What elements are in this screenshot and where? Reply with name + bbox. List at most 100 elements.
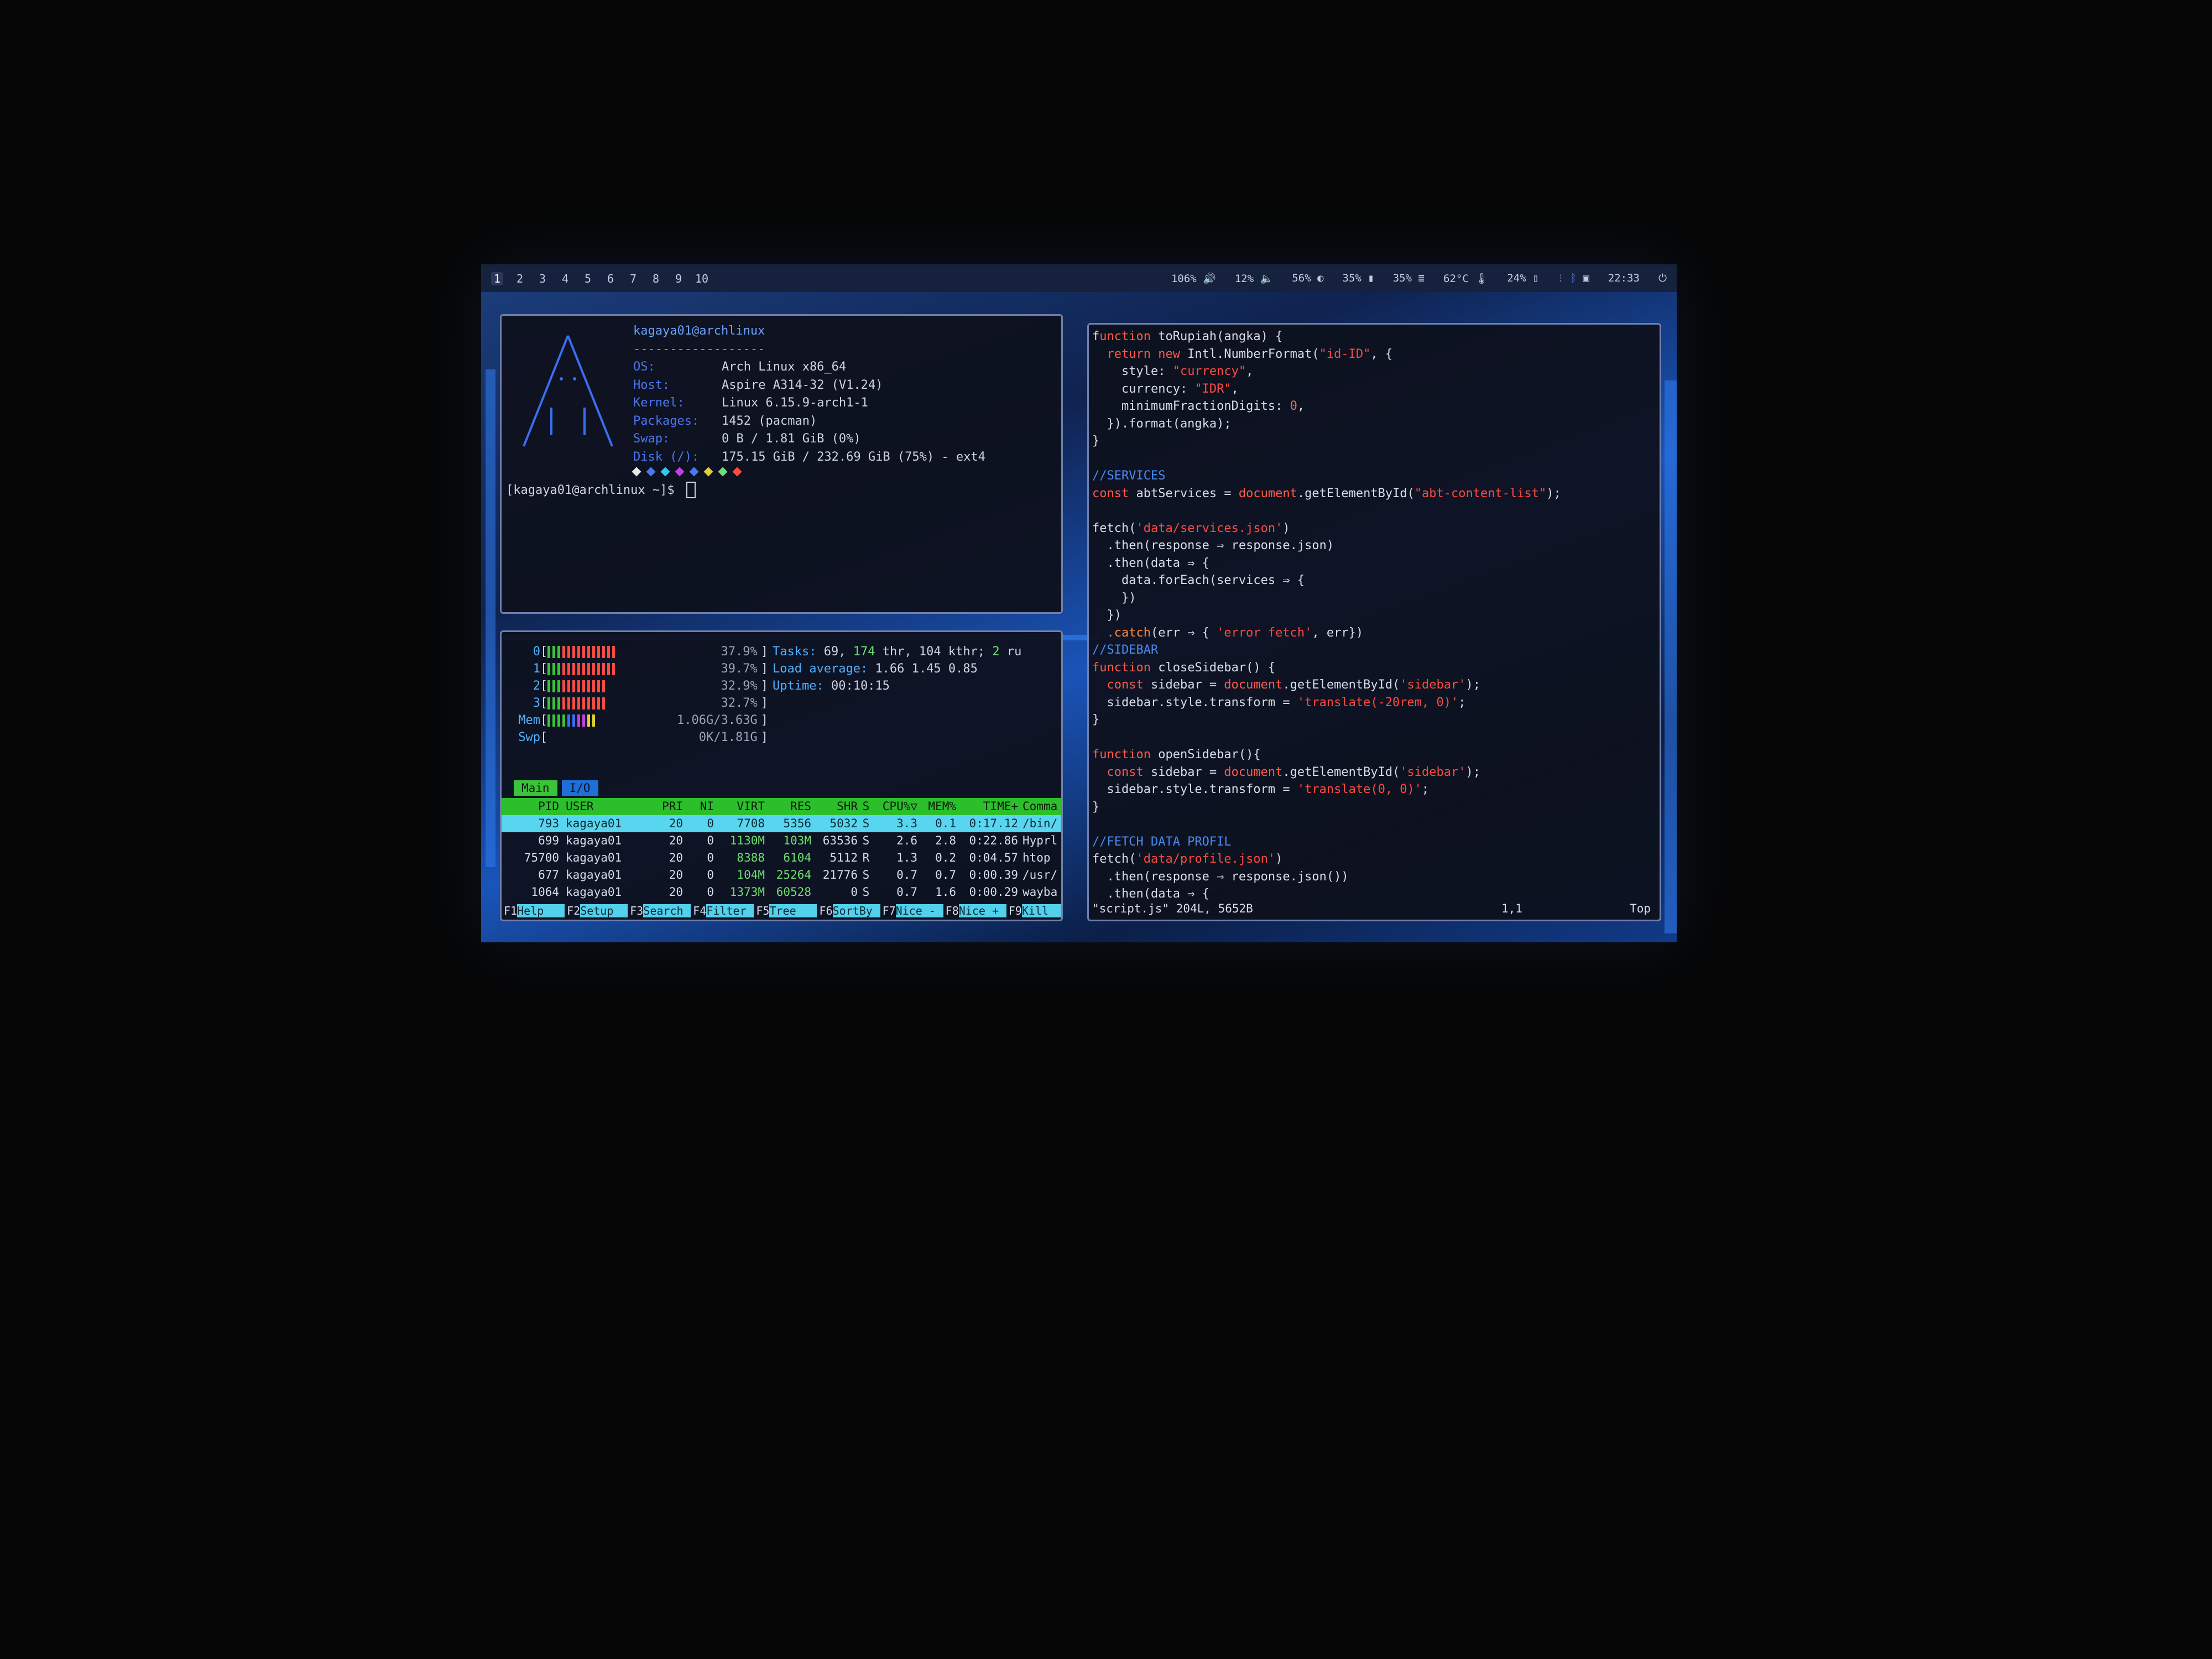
meter-tick xyxy=(592,662,596,675)
meter-tick xyxy=(577,697,581,709)
code-token: f xyxy=(1092,330,1100,343)
code-line: minimumFractionDigits: 0, xyxy=(1092,398,1561,415)
code-token: ); xyxy=(1546,486,1561,500)
workspace-10[interactable]: 10 xyxy=(695,272,708,285)
code-token: openSidebar(){ xyxy=(1158,748,1261,761)
memory-indicator[interactable]: 35% ≣ xyxy=(1393,272,1425,285)
battery-value: 35% xyxy=(1342,272,1361,284)
code-token: ); xyxy=(1465,678,1481,692)
column-header[interactable]: VIRT xyxy=(714,798,765,815)
code-token: return new xyxy=(1092,347,1188,361)
workspace-1[interactable]: 1 xyxy=(491,272,503,285)
process-cell: 0 xyxy=(707,834,714,847)
memory-value: 35% xyxy=(1392,272,1412,284)
shell-prompt[interactable]: [kagaya01@archlinux ~]$ xyxy=(506,482,696,498)
code-line: fetch('data/services.json') xyxy=(1092,520,1561,538)
column-header[interactable]: NI xyxy=(683,798,714,815)
fkey-number: F6 xyxy=(819,904,833,917)
code-token: sidebar = xyxy=(1150,678,1224,692)
code-token: 'error fetch' xyxy=(1217,625,1312,640)
process-row[interactable]: 793 kagaya01 20 0 7708 5356 5032 S 3.3 0.1 0:17.12… xyxy=(502,815,1061,832)
fkey-filter[interactable]: F4 Filter xyxy=(691,904,754,917)
fkey-tree[interactable]: F5 Tree xyxy=(754,904,817,917)
disk-indicator[interactable]: 24% ▯ xyxy=(1507,272,1538,285)
volume-indicator[interactable]: 106% 🔊 xyxy=(1171,272,1216,285)
column-header[interactable]: Comma xyxy=(1018,798,1061,815)
workspace-6[interactable]: 6 xyxy=(604,272,617,285)
mic-indicator[interactable]: 12% 🔈 xyxy=(1235,272,1273,285)
fkey-kill[interactable]: F9 Kill xyxy=(1006,904,1061,917)
column-header[interactable]: USER xyxy=(559,798,650,815)
workspace-3[interactable]: 3 xyxy=(536,272,549,285)
meter-tick xyxy=(547,680,551,692)
fkey-setup[interactable]: F2 Setup xyxy=(565,904,628,917)
info-row: Kernel: Linux 6.15.9-arch1-1 xyxy=(633,394,985,413)
bluetooth-icon[interactable]: ᛒ xyxy=(1570,272,1576,284)
terminal-htop[interactable]: 0[37.9%] Tasks: 69, 174 thr, 104 kthr; 2 … xyxy=(500,630,1063,921)
code-token: //SERVICES xyxy=(1092,469,1166,483)
meter-value: 32.7% xyxy=(721,696,758,710)
terminal-fastfetch[interactable]: kagaya01@archlinux ------------------ OS… xyxy=(500,314,1063,614)
process-row[interactable]: 699 kagaya01 20 0 1130M 103M 63536 S 2.6 2.8 0:22.… xyxy=(502,832,1061,849)
meter-tick xyxy=(587,645,591,658)
separator: ------------------ xyxy=(633,342,765,356)
code-line: .then(response ⇒ response.json()) xyxy=(1092,868,1561,886)
battery-indicator[interactable]: 35% ▮ xyxy=(1343,272,1374,285)
fkey-sortby[interactable]: F6 SortBy xyxy=(817,904,880,917)
column-header[interactable]: SHR xyxy=(811,798,858,815)
process-cell: 1130M xyxy=(729,834,765,847)
code-token: } xyxy=(1092,800,1100,814)
workspace-4[interactable]: 4 xyxy=(559,272,571,285)
network-icon[interactable]: ⫶ xyxy=(1558,272,1564,284)
meter-value: 32.9% xyxy=(721,679,758,693)
brightness-indicator[interactable]: 56% ◐ xyxy=(1292,272,1323,285)
meter-fill xyxy=(547,697,607,709)
process-row[interactable]: 75700 kagaya01 20 0 8388 6104 5112 R 1.3 0.2 0:04.… xyxy=(502,849,1061,867)
workspace-2[interactable]: 2 xyxy=(514,272,526,285)
workspace-8[interactable]: 8 xyxy=(650,272,662,285)
code-token: style: xyxy=(1092,364,1173,378)
column-header[interactable]: MEM% xyxy=(917,798,956,815)
process-cell: /bin/ xyxy=(1022,817,1058,830)
meter-fill xyxy=(547,645,617,658)
info-key: Load average: xyxy=(773,662,875,676)
clock[interactable]: 22:33 xyxy=(1608,272,1640,285)
process-row[interactable]: 677 kagaya01 20 0 104M 25264 21776 S 0.7 0.7 0:00.… xyxy=(502,867,1061,884)
column-header[interactable]: PRI xyxy=(650,798,683,815)
code-token: abtServices = xyxy=(1136,486,1239,500)
column-header[interactable]: TIME+ xyxy=(956,798,1018,815)
info-value: 1452 (pacman) xyxy=(722,414,817,428)
notification-icon[interactable]: ▣ xyxy=(1583,272,1589,284)
workspace-9[interactable]: 9 xyxy=(672,272,685,285)
fkey-search[interactable]: F3 Search xyxy=(628,904,691,917)
fkey-help[interactable]: F1 Help xyxy=(502,904,565,917)
workspace-5[interactable]: 5 xyxy=(582,272,594,285)
tab-io[interactable]: I/O xyxy=(561,780,598,796)
code-token: 'translate(-20rem, 0)' xyxy=(1297,695,1459,709)
code-line: }).format(angka); xyxy=(1092,415,1561,433)
workspace-7[interactable]: 7 xyxy=(627,272,639,285)
fkey-nice[interactable]: F7 Nice - xyxy=(880,904,943,917)
process-row[interactable]: 1064 kagaya01 20 0 1373M 60528 0 S 0.7 1.6 0:00.29… xyxy=(502,884,1061,901)
column-header[interactable]: PID xyxy=(502,798,559,815)
code-buffer[interactable]: function toRupiah(angka) { return new In… xyxy=(1092,328,1561,903)
fkey-nice[interactable]: F8 Nice + xyxy=(943,904,1006,917)
meter-label: Mem xyxy=(518,713,540,727)
code-line: data.forEach(services ⇒ { xyxy=(1092,572,1561,589)
power-icon[interactable]: ⏻ xyxy=(1658,272,1667,285)
htop-tabs: Main I/O xyxy=(514,780,598,796)
info-highlight: 2 xyxy=(992,645,1000,659)
meter-tick xyxy=(547,714,551,727)
meter-fill xyxy=(547,662,617,675)
column-header[interactable]: RES xyxy=(765,798,811,815)
system-info: kagaya01@archlinux ------------------ OS… xyxy=(632,322,985,477)
meter-tick xyxy=(572,680,576,692)
code-token: .then(response ⇒ response.json) xyxy=(1092,539,1334,552)
column-header[interactable]: S xyxy=(858,798,874,815)
tab-main[interactable]: Main xyxy=(514,780,557,796)
fkey-label: Search xyxy=(643,904,691,917)
temperature-indicator[interactable]: 62°C 🌡 xyxy=(1443,272,1488,285)
terminal-vim-editor[interactable]: function toRupiah(angka) { return new In… xyxy=(1087,323,1661,921)
column-header[interactable]: CPU%▽ xyxy=(874,798,917,815)
process-cell: R xyxy=(862,851,870,864)
